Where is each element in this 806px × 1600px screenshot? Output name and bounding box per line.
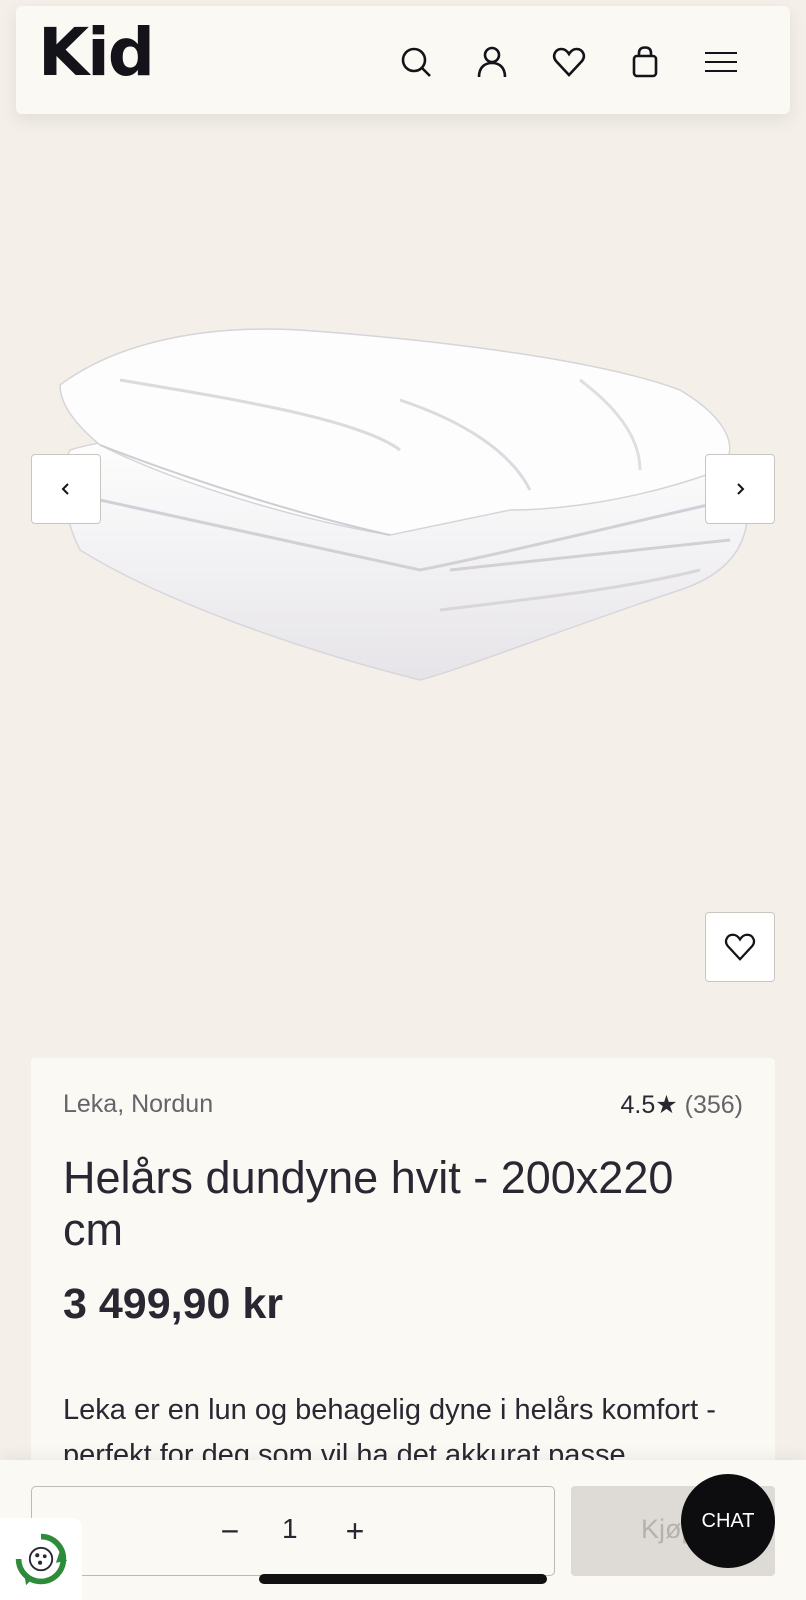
product-brand[interactable]: Leka, Nordun	[63, 1090, 213, 1119]
account-icon[interactable]	[472, 42, 512, 82]
chevron-left-icon	[61, 483, 69, 495]
review-count: (356)	[684, 1091, 743, 1119]
product-price: 3 499,90 kr	[63, 1280, 283, 1328]
recycle-icon	[15, 1533, 68, 1586]
chat-button[interactable]: CHAT	[681, 1474, 775, 1568]
eco-badge[interactable]	[0, 1518, 82, 1600]
search-icon[interactable]	[396, 42, 436, 82]
rating-value: 4.5	[620, 1091, 656, 1119]
product-title: Helårs dundyne hvit - 200x220 cm	[63, 1152, 674, 1255]
increase-quantity-button[interactable]: +	[335, 1511, 375, 1551]
cart-icon[interactable]	[625, 42, 665, 82]
previous-image-button[interactable]	[31, 454, 101, 524]
next-image-button[interactable]	[705, 454, 775, 524]
heart-icon	[724, 933, 756, 961]
product-rating[interactable]: 4.5★ (356)	[620, 1090, 743, 1120]
kid-logo[interactable]: Kid	[38, 20, 155, 86]
menu-icon[interactable]	[701, 42, 741, 82]
quantity-value: 1	[282, 1513, 298, 1544]
wishlist-icon[interactable]	[549, 42, 589, 82]
product-gallery	[0, 120, 806, 1040]
purchase-bar: − 1 + Kjøp CHAT	[0, 1460, 806, 1600]
add-to-wishlist-button[interactable]	[705, 912, 775, 982]
quantity-stepper: − 1 +	[31, 1486, 555, 1576]
site-header: Kid	[16, 6, 790, 114]
home-indicator	[259, 1574, 547, 1584]
decrease-quantity-button[interactable]: −	[210, 1511, 250, 1551]
product-image	[59, 328, 749, 681]
chevron-right-icon	[737, 483, 745, 495]
star-icon: ★	[655, 1091, 678, 1119]
